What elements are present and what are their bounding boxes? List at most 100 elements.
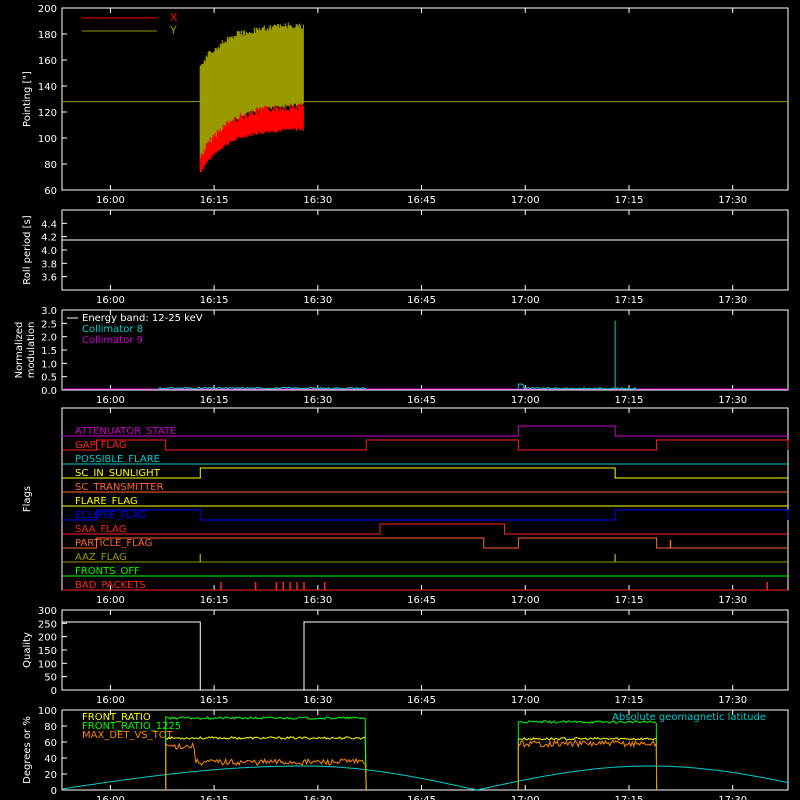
y-tick-label: 200 (38, 4, 57, 15)
x-tick-label: 16:15 (200, 195, 229, 206)
flag-label: FLARE_FLAG (75, 496, 138, 507)
x-tick-label: 16:30 (303, 795, 332, 800)
x-tick-label: 17:30 (718, 195, 747, 206)
flag-label: POSSIBLE_FLARE (75, 454, 160, 465)
y-tick-label: 4.2 (41, 233, 57, 244)
y-tick-label: 3.8 (41, 259, 57, 270)
flag-label: GAP_FLAG (75, 440, 127, 451)
x-tick-label: 17:30 (718, 695, 747, 706)
y-axis-label: Quality (22, 632, 33, 668)
x-tick-label: 16:45 (407, 695, 436, 706)
x-tick-label: 16:00 (96, 295, 125, 306)
x-tick-label: 17:15 (615, 695, 644, 706)
x-tick-label: 16:15 (200, 295, 229, 306)
y-tick-label: 0.0 (41, 386, 57, 397)
x-tick-label: 16:15 (200, 695, 229, 706)
x-tick-label: 16:30 (303, 595, 332, 606)
y-tick-label: 200 (38, 633, 57, 644)
x-tick-label: 16:00 (96, 695, 125, 706)
y-tick-label: 140 (38, 82, 57, 93)
legend-entry: MAX_DET_VS_TOT (82, 730, 174, 741)
y-axis-label: Roll period [s] (22, 215, 33, 284)
x-tick-label: 17:15 (615, 295, 644, 306)
x-tick-label: 16:30 (303, 395, 332, 406)
y-tick-label: 40 (44, 754, 57, 765)
x-tick-label: 16:30 (303, 695, 332, 706)
x-tick-label: 17:30 (718, 795, 747, 800)
x-tick-label: 17:30 (718, 395, 747, 406)
legend-entry: Energy band: 12-25 keV (82, 313, 203, 324)
y-tick-label: 120 (38, 108, 57, 119)
x-tick-label: 16:15 (200, 395, 229, 406)
x-tick-label: 17:15 (615, 595, 644, 606)
y-tick-label: 300 (38, 606, 57, 617)
y-tick-label: 60 (44, 186, 57, 197)
y-tick-label: 0.5 (41, 373, 57, 384)
x-tick-label: 17:00 (511, 295, 540, 306)
flag-label: ECLIPSE_FLAG (75, 510, 146, 521)
x-tick-label: 17:00 (511, 795, 540, 800)
y-tick-label: 100 (38, 134, 57, 145)
x-tick-label: 16:45 (407, 195, 436, 206)
x-tick-label: 17:00 (511, 595, 540, 606)
flag-label: AAZ_FLAG (75, 552, 127, 563)
y-tick-label: 100 (38, 659, 57, 670)
x-tick-label: 16:45 (407, 595, 436, 606)
flag-label: SC_IN_SUNLIGHT (75, 468, 161, 479)
legend-entry: Collimator 8 (82, 324, 143, 335)
y-axis-label: modulation (26, 322, 37, 379)
flag-label: BAD_PACKETS (75, 580, 146, 591)
y-tick-label: 3.6 (41, 273, 57, 284)
chart-canvas: 16:00 16:15 16:30 16:45 17:00 17:15 17:30 60 80 1… (0, 0, 800, 800)
y-axis-label: Degrees or % (22, 716, 33, 784)
x-tick-label: 17:30 (718, 595, 747, 606)
y-tick-label: 2.0 (41, 333, 57, 344)
x-tick-label: 16:00 (96, 595, 125, 606)
y-tick-label: 3.0 (41, 306, 57, 317)
legend-entry: Collimator 9 (82, 335, 143, 346)
x-tick-label: 17:15 (615, 795, 644, 800)
x-tick-label: 16:45 (407, 295, 436, 306)
y-axis-label: Flags (22, 486, 33, 512)
flag-label: ATTENUATOR_STATE (75, 426, 176, 437)
y-tick-label: 0 (51, 786, 57, 797)
y-tick-label: 160 (38, 56, 57, 67)
x-tick-label: 16:15 (200, 595, 229, 606)
x-tick-label: 16:00 (96, 795, 125, 800)
y-tick-label: 100 (38, 706, 57, 717)
y-tick-label: 60 (44, 738, 57, 749)
x-tick-label: 17:30 (718, 295, 747, 306)
x-tick-label: 17:15 (615, 195, 644, 206)
y-tick-label: 4.0 (41, 246, 57, 257)
x-tick-label: 16:45 (407, 395, 436, 406)
x-tick-label: 16:00 (96, 395, 125, 406)
y-tick-label: 180 (38, 30, 57, 41)
x-tick-label: 16:30 (303, 195, 332, 206)
y-tick-label: 1.5 (41, 346, 57, 357)
y-tick-label: 80 (44, 722, 57, 733)
x-tick-label: 17:00 (511, 395, 540, 406)
y-tick-label: 20 (44, 770, 57, 781)
x-tick-label: 16:45 (407, 795, 436, 800)
x-tick-label: 16:30 (303, 295, 332, 306)
flag-label: FRONTS_OFF (75, 566, 140, 577)
y-tick-label: 80 (44, 160, 57, 171)
y-tick-label: 50 (44, 673, 57, 684)
x-tick-label: 16:15 (200, 795, 229, 800)
flag-label: SAA_FLAG (75, 524, 126, 535)
flag-label: PARTICLE_FLAG (75, 538, 152, 549)
legend-entry: X (170, 11, 178, 24)
y-axis-label: Normalized (14, 322, 25, 379)
x-tick-label: 16:00 (96, 195, 125, 206)
x-tick-label: 17:00 (511, 695, 540, 706)
y-tick-label: 150 (38, 646, 57, 657)
y-axis-label: Pointing ["] (22, 71, 33, 127)
flag-label: SC_TRANSMITTER (75, 482, 164, 493)
x-tick-label: 17:00 (511, 195, 540, 206)
y-tick-label: 4.4 (41, 219, 57, 230)
y-tick-label: 2.5 (41, 319, 57, 330)
y-tick-label: 1.0 (41, 359, 57, 370)
legend-entry: Y (169, 24, 177, 37)
y-tick-label: 250 (38, 619, 57, 630)
y-tick-label: 0 (51, 686, 57, 697)
